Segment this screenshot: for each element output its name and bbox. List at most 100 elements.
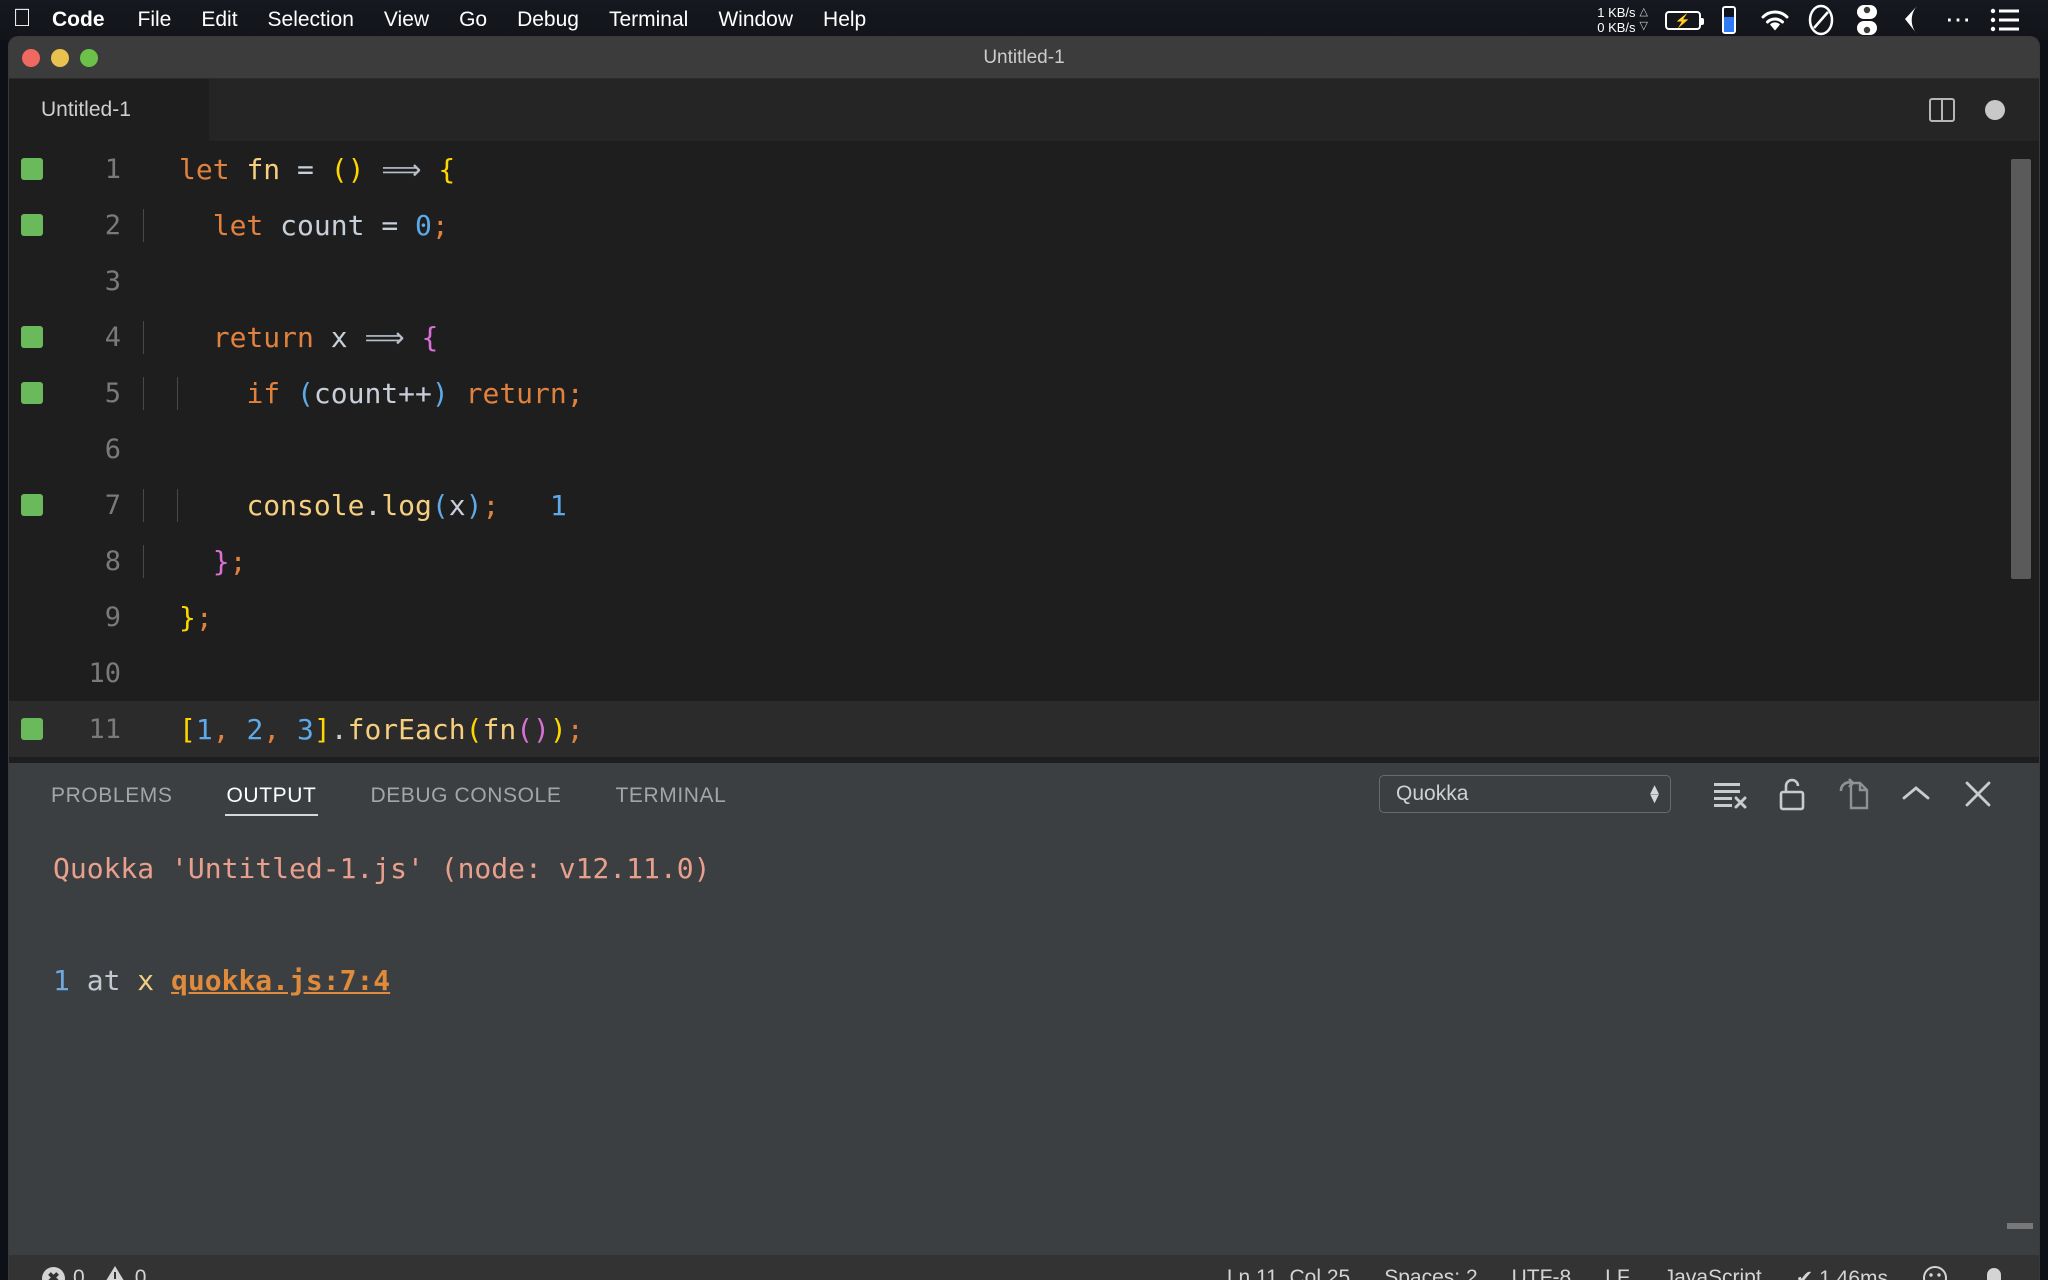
error-icon: ✖ bbox=[42, 1267, 65, 1280]
code-line[interactable]: 2 let count = 0; bbox=[9, 197, 2039, 253]
battery-charging-icon[interactable]: ⚡ bbox=[1660, 0, 1706, 40]
code-line[interactable]: 4 return x ⟹ { bbox=[9, 309, 2039, 365]
smiley-icon[interactable] bbox=[1905, 1265, 1965, 1280]
output-channel-select[interactable]: Quokka ▲▼ bbox=[1379, 775, 1671, 813]
panel-actions: Quokka ▲▼ bbox=[1379, 770, 2009, 818]
menu-item-selection[interactable]: Selection bbox=[253, 0, 369, 40]
code-token: ( bbox=[331, 153, 348, 186]
code-line[interactable]: 10 bbox=[9, 645, 2039, 701]
network-speed-indicator[interactable]: 1 KB/s 0 KB/s △▽ bbox=[1597, 5, 1648, 36]
clear-output-icon[interactable] bbox=[1699, 770, 1761, 818]
wifi-icon[interactable] bbox=[1752, 0, 1798, 40]
code-token: let bbox=[179, 153, 230, 186]
code-line[interactable]: 7 console.log(x); 1 bbox=[9, 477, 2039, 533]
status-problems[interactable]: ✖ 0 0 bbox=[25, 1264, 163, 1280]
menu-item-code[interactable]: Code bbox=[44, 0, 123, 40]
code-token bbox=[263, 209, 280, 242]
line-number: 6 bbox=[55, 434, 127, 465]
code-token: fn bbox=[246, 153, 280, 186]
code-text: let count = 0; bbox=[127, 209, 449, 242]
code-editor[interactable]: 1let fn = () ⟹ {2 let count = 0;34 retur… bbox=[9, 141, 2039, 763]
maximize-panel-icon[interactable] bbox=[1885, 770, 1947, 818]
output-line-quokka-header: Quokka 'Untitled-1.js' (node: v12.11.0) bbox=[53, 841, 2039, 897]
warning-count: 0 bbox=[135, 1266, 147, 1280]
indent-guide bbox=[143, 545, 144, 578]
output-content[interactable]: Quokka 'Untitled-1.js' (node: v12.11.0) … bbox=[9, 825, 2039, 1255]
output-log-link[interactable]: quokka.js:7:4 bbox=[171, 964, 390, 997]
status-indentation[interactable]: Spaces: 2 bbox=[1367, 1266, 1494, 1280]
window-title-bar: Untitled-1 bbox=[9, 37, 2039, 79]
editor-tab-actions bbox=[1929, 79, 2039, 141]
code-lines-container: 1let fn = () ⟹ {2 let count = 0;34 retur… bbox=[9, 141, 2039, 757]
quokka-coverage-marker bbox=[9, 326, 55, 348]
panel-scrollbar[interactable] bbox=[2007, 1223, 2033, 1229]
code-token: console bbox=[246, 489, 364, 522]
apple-logo-icon[interactable]:  bbox=[0, 6, 44, 35]
line-number: 7 bbox=[55, 490, 127, 521]
menu-item-file[interactable]: File bbox=[123, 0, 187, 40]
code-token: x bbox=[331, 321, 348, 354]
menu-item-window[interactable]: Window bbox=[703, 0, 808, 40]
code-token bbox=[364, 209, 381, 242]
status-cursor-position[interactable]: Ln 11, Col 25 bbox=[1210, 1266, 1367, 1280]
code-line[interactable]: 9}; bbox=[9, 589, 2039, 645]
code-token bbox=[230, 713, 247, 746]
unsaved-dot-icon[interactable] bbox=[1985, 100, 2005, 120]
menu-item-terminal[interactable]: Terminal bbox=[594, 0, 703, 40]
code-token: log bbox=[381, 489, 432, 522]
line-number: 10 bbox=[55, 658, 127, 689]
network-download-speed: 0 KB/s bbox=[1597, 20, 1635, 35]
network-upload-speed: 1 KB/s bbox=[1597, 5, 1635, 20]
open-in-editor-icon[interactable] bbox=[1823, 770, 1885, 818]
code-line[interactable]: 6 bbox=[9, 421, 2039, 477]
editor-tab-untitled-1[interactable]: Untitled-1 bbox=[9, 79, 209, 141]
code-token: ; bbox=[432, 209, 449, 242]
close-panel-icon[interactable] bbox=[1947, 770, 2009, 818]
control-center-icon[interactable] bbox=[1844, 0, 1890, 40]
tab-problems[interactable]: PROBLEMS bbox=[49, 770, 175, 818]
status-language-mode[interactable]: JavaScript bbox=[1647, 1266, 1779, 1280]
code-token bbox=[179, 321, 213, 354]
code-line[interactable]: 5 if (count++) return; bbox=[9, 365, 2039, 421]
code-token: ) bbox=[550, 713, 567, 746]
code-line[interactable]: 3 bbox=[9, 253, 2039, 309]
tab-debug-console[interactable]: DEBUG CONSOLE bbox=[368, 770, 563, 818]
code-line[interactable]: 1let fn = () ⟹ { bbox=[9, 141, 2039, 197]
line-number: 4 bbox=[55, 322, 127, 353]
split-editor-icon[interactable] bbox=[1929, 98, 1955, 122]
tab-terminal[interactable]: TERMINAL bbox=[613, 770, 728, 818]
menu-item-go[interactable]: Go bbox=[444, 0, 502, 40]
bell-icon[interactable] bbox=[1965, 1265, 2023, 1280]
code-token: { bbox=[421, 321, 438, 354]
menu-bar-status-icons: 1 KB/s 0 KB/s △▽ ⚡ bbox=[1597, 0, 2034, 40]
menu-item-help[interactable]: Help bbox=[808, 0, 881, 40]
code-token: ] bbox=[314, 713, 331, 746]
tab-output[interactable]: OUTPUT bbox=[225, 770, 319, 818]
status-eol[interactable]: LF bbox=[1588, 1266, 1647, 1280]
code-line[interactable]: 8 }; bbox=[9, 533, 2039, 589]
do-not-disturb-icon[interactable] bbox=[1798, 0, 1844, 40]
dropbox-icon[interactable] bbox=[1890, 0, 1936, 40]
line-number: 9 bbox=[55, 602, 127, 633]
menu-item-debug[interactable]: Debug bbox=[502, 0, 594, 40]
code-token: ; bbox=[482, 489, 499, 522]
indent-guide bbox=[143, 209, 144, 242]
battery-level-icon[interactable] bbox=[1706, 0, 1752, 40]
menu-item-edit[interactable]: Edit bbox=[186, 0, 252, 40]
more-icon[interactable]: ⋯ bbox=[1936, 0, 1982, 40]
code-text: return x ⟹ { bbox=[127, 321, 438, 354]
code-line[interactable]: 11[1, 2, 3].forEach(fn()); bbox=[9, 701, 2039, 757]
code-token bbox=[179, 209, 213, 242]
status-bar-left: ✖ 0 0 bbox=[25, 1264, 163, 1280]
menu-item-view[interactable]: View bbox=[369, 0, 444, 40]
unlock-icon[interactable] bbox=[1761, 770, 1823, 818]
network-arrows-icon: △▽ bbox=[1640, 6, 1648, 34]
list-icon[interactable] bbox=[1982, 0, 2028, 40]
editor-scrollbar[interactable] bbox=[2011, 159, 2031, 579]
status-quokka-time[interactable]: ✔ 1.46ms bbox=[1779, 1266, 1905, 1280]
code-token bbox=[280, 153, 297, 186]
status-encoding[interactable]: UTF-8 bbox=[1495, 1266, 1589, 1280]
panel-header: PROBLEMS OUTPUT DEBUG CONSOLE TERMINAL Q… bbox=[9, 763, 2039, 825]
code-text: console.log(x); 1 bbox=[127, 489, 567, 522]
code-text: [1, 2, 3].forEach(fn()); bbox=[127, 713, 584, 746]
